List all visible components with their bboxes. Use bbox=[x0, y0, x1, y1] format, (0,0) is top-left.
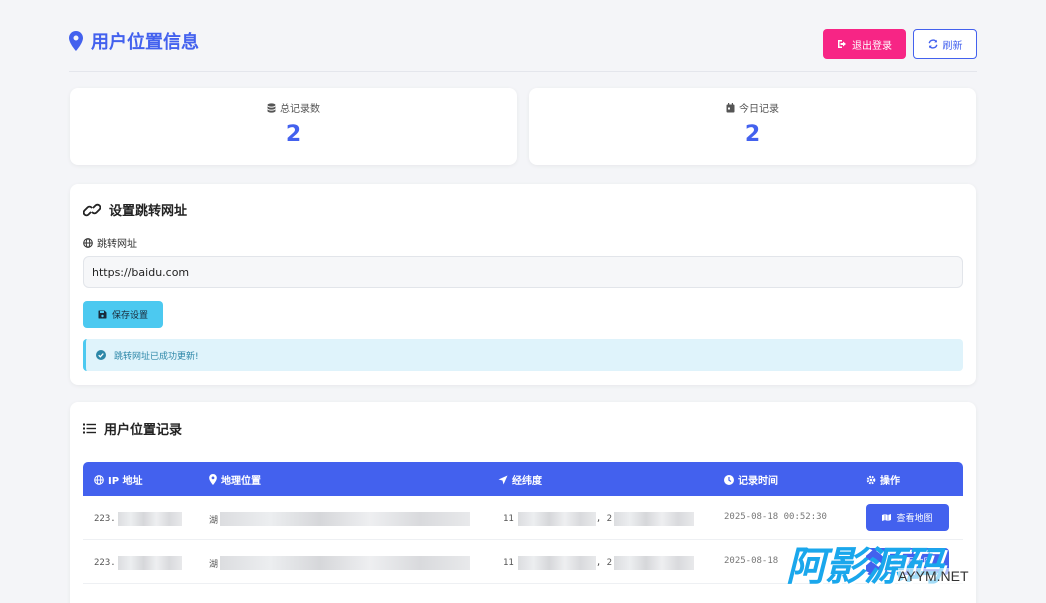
save-settings-label: 保存设置 bbox=[111, 311, 148, 321]
redirect-settings-card: 设置跳转网址 跳转网址 保存设置 跳转网址已成功更新! bbox=[70, 184, 976, 385]
location-cell: 湖 bbox=[209, 556, 471, 570]
stat-card-today: 今日记录 2 bbox=[529, 88, 976, 165]
location-cell: 湖 bbox=[209, 512, 471, 526]
column-ip-label: IP 地址 bbox=[108, 476, 143, 487]
sign-out-icon bbox=[838, 40, 846, 48]
coords-cell: 11, 2 bbox=[503, 512, 695, 526]
list-icon bbox=[83, 423, 96, 434]
column-ip: IP 地址 bbox=[94, 472, 143, 487]
stat-label: 今日记录 bbox=[739, 104, 779, 115]
map-icon bbox=[882, 514, 892, 521]
ip-cell: 223. bbox=[94, 556, 182, 570]
settings-title-text: 设置跳转网址 bbox=[109, 204, 188, 219]
redacted-blur bbox=[517, 556, 596, 570]
logout-button[interactable]: 退出登录 bbox=[823, 29, 906, 59]
table-header: IP 地址 地理位置 经纬度 记录时间 操作 bbox=[83, 462, 963, 496]
map-marker-icon bbox=[209, 474, 217, 485]
logout-label: 退出登录 bbox=[852, 40, 892, 52]
database-icon bbox=[267, 102, 276, 113]
link-icon bbox=[83, 203, 101, 216]
column-location-label: 地理位置 bbox=[221, 476, 261, 487]
settings-title: 设置跳转网址 bbox=[83, 200, 187, 219]
check-circle-icon bbox=[96, 350, 106, 360]
page-title-text: 用户位置信息 bbox=[91, 32, 199, 53]
column-time: 记录时间 bbox=[724, 472, 778, 487]
alert-text: 跳转网址已成功更新! bbox=[114, 351, 199, 362]
coords-cell: 11, 2 bbox=[503, 556, 695, 570]
redacted-blur bbox=[117, 556, 182, 570]
globe-icon bbox=[94, 474, 104, 485]
column-coords-label: 经纬度 bbox=[512, 476, 542, 487]
ip-cell: 223. bbox=[94, 512, 182, 526]
gear-icon bbox=[866, 475, 876, 484]
url-field-label: 跳转网址 bbox=[83, 235, 137, 250]
redacted-blur bbox=[517, 512, 596, 526]
save-icon bbox=[98, 310, 107, 319]
watermark-sub: AYYM.NET bbox=[898, 568, 969, 584]
records-title-text: 用户位置记录 bbox=[104, 423, 183, 438]
url-field-label-text: 跳转网址 bbox=[97, 239, 137, 250]
refresh-label: 刷新 bbox=[942, 40, 963, 52]
redacted-blur bbox=[614, 556, 695, 570]
calendar-icon bbox=[726, 102, 735, 112]
page-header: 用户位置信息 退出登录 刷新 bbox=[69, 26, 977, 72]
success-alert: 跳转网址已成功更新! bbox=[83, 339, 963, 371]
column-coords: 经纬度 bbox=[498, 472, 542, 487]
globe-icon bbox=[83, 237, 93, 248]
time-cell: 2025-08-18 00:52:30 bbox=[724, 512, 827, 522]
redacted-blur bbox=[614, 512, 695, 526]
refresh-icon bbox=[928, 39, 937, 49]
redacted-blur bbox=[117, 512, 182, 526]
location-arrow-icon bbox=[498, 475, 508, 484]
column-time-label: 记录时间 bbox=[738, 476, 778, 487]
stat-value: 2 bbox=[744, 122, 761, 147]
page-title: 用户位置信息 bbox=[69, 28, 199, 54]
redirect-url-input[interactable] bbox=[83, 256, 963, 288]
watermark-logo: 阿影源码 AYYM.NET bbox=[786, 534, 1016, 594]
column-action: 操作 bbox=[866, 472, 900, 487]
column-location: 地理位置 bbox=[209, 472, 261, 487]
time-cell: 2025-08-18 bbox=[724, 556, 779, 566]
stat-card-total: 总记录数 2 bbox=[70, 88, 517, 165]
redacted-blur bbox=[220, 512, 471, 526]
stat-label: 总记录数 bbox=[280, 104, 320, 115]
column-action-label: 操作 bbox=[880, 476, 900, 487]
stat-value: 2 bbox=[285, 122, 302, 147]
redacted-blur bbox=[220, 556, 471, 570]
save-settings-button[interactable]: 保存设置 bbox=[83, 301, 163, 328]
refresh-button[interactable]: 刷新 bbox=[913, 29, 977, 59]
view-map-button[interactable]: 查看地图 bbox=[866, 504, 949, 531]
map-marker-icon bbox=[69, 31, 83, 51]
records-title: 用户位置记录 bbox=[83, 419, 182, 438]
clock-icon bbox=[724, 474, 734, 485]
